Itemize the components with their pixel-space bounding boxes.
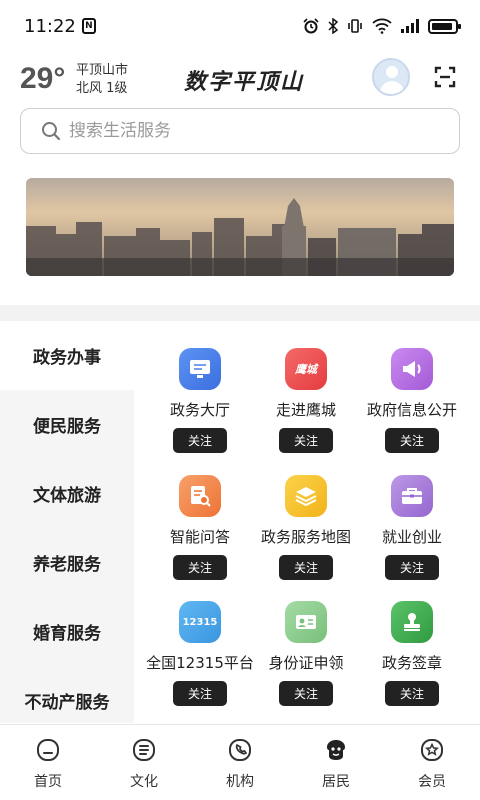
bottom-navigation: 首页 文化 机构 居民 会员 — [0, 724, 480, 800]
follow-button[interactable]: 关注 — [173, 428, 227, 453]
nav-home[interactable]: 首页 — [0, 725, 96, 800]
nav-member[interactable]: 会员 — [384, 725, 480, 800]
hotline-12315-icon: 12315 — [179, 601, 221, 643]
nav-residents[interactable]: 居民 — [288, 725, 384, 800]
temperature: 29° — [20, 62, 66, 95]
category-label: 婚育服务 — [33, 624, 101, 644]
service-label: 就业创业 — [381, 528, 442, 546]
scan-icon[interactable] — [434, 66, 456, 88]
battery-icon — [428, 18, 461, 34]
follow-button[interactable]: 关注 — [385, 681, 439, 706]
service-label: 智能问答 — [169, 528, 230, 546]
service-item[interactable]: 鹰城 走进鹰城 关注 — [246, 348, 366, 453]
signal-icon — [401, 19, 419, 33]
service-icon-text: 12315 — [182, 616, 218, 628]
service-label: 政务大厅 — [169, 401, 230, 419]
service-item[interactable]: 12315 全国12315平台 关注 — [140, 601, 260, 706]
nav-label: 会员 — [418, 774, 446, 790]
service-item[interactable]: 政务大厅 关注 — [140, 348, 260, 453]
service-item[interactable]: 政务签章 关注 — [352, 601, 472, 706]
user-avatar-icon[interactable] — [372, 58, 410, 96]
nav-label: 文化 — [130, 774, 158, 790]
follow-button[interactable]: 关注 — [279, 555, 333, 580]
city-banner-image[interactable] — [26, 178, 454, 276]
stamp-icon — [391, 601, 433, 643]
service-item[interactable]: 就业创业 关注 — [352, 475, 472, 580]
status-left: 11:22 N — [24, 16, 96, 37]
service-grid: 政务大厅 关注 鹰城 走进鹰城 关注 政府信息公开 关注 智能问答 关注 政务服… — [134, 321, 480, 723]
service-label: 政务签章 — [381, 654, 442, 672]
service-item[interactable]: 身份证申领 关注 — [246, 601, 366, 706]
service-item[interactable]: 政府信息公开 关注 — [352, 348, 472, 453]
search-bar[interactable] — [20, 108, 460, 154]
home-icon — [37, 739, 59, 761]
nav-institutions[interactable]: 机构 — [192, 725, 288, 800]
search-input[interactable] — [69, 121, 429, 141]
follow-button[interactable]: 关注 — [385, 428, 439, 453]
service-item[interactable]: 政务服务地图 关注 — [246, 475, 366, 580]
category-label: 便民服务 — [33, 417, 101, 437]
member-star-icon — [421, 739, 443, 761]
weather-info: 平顶山市 北风 1级 — [76, 62, 128, 98]
service-label: 全国12315平台 — [146, 654, 254, 672]
resident-icon — [327, 740, 345, 760]
nav-label: 机构 — [226, 774, 254, 790]
city-name: 平顶山市 — [76, 63, 129, 78]
bluetooth-icon — [328, 18, 338, 34]
alarm-icon — [303, 18, 319, 34]
city-skyline-illustration — [26, 178, 454, 276]
status-bar: 11:22 N — [0, 0, 480, 52]
follow-button[interactable]: 关注 — [173, 555, 227, 580]
follow-button[interactable]: 关注 — [279, 428, 333, 453]
service-icon-text: 鹰城 — [295, 363, 317, 376]
monitor-icon — [179, 348, 221, 390]
status-right — [303, 18, 461, 34]
category-item-marriage-birth[interactable]: 婚育服务 — [0, 597, 134, 666]
service-item[interactable]: 智能问答 关注 — [140, 475, 260, 580]
nav-culture[interactable]: 文化 — [96, 725, 192, 800]
culture-icon — [133, 739, 155, 761]
service-label: 身份证申领 — [268, 654, 344, 672]
category-item-government-affairs[interactable]: 政务办事 — [0, 321, 134, 390]
category-item-convenience[interactable]: 便民服务 — [0, 390, 134, 459]
nfc-icon: N — [81, 18, 96, 34]
id-card-icon — [285, 601, 327, 643]
section-divider — [0, 305, 480, 321]
yingcheng-logo-icon: 鹰城 — [285, 348, 327, 390]
category-item-elderly-care[interactable]: 养老服务 — [0, 528, 134, 597]
follow-button[interactable]: 关注 — [173, 681, 227, 706]
follow-button[interactable]: 关注 — [279, 681, 333, 706]
nav-label: 居民 — [322, 774, 350, 790]
wind-info: 北风 1级 — [76, 81, 128, 96]
category-item-culture-tourism[interactable]: 文体旅游 — [0, 459, 134, 528]
service-label: 政府信息公开 — [366, 401, 457, 419]
briefcase-icon — [391, 475, 433, 517]
category-label: 不动产服务 — [24, 693, 110, 713]
vibrate-icon — [348, 19, 362, 33]
wifi-icon — [372, 18, 392, 34]
app-title: 数字平顶山 — [184, 69, 305, 95]
category-label: 文体旅游 — [33, 486, 101, 506]
category-label: 政务办事 — [33, 348, 101, 368]
nav-label: 首页 — [34, 774, 62, 790]
service-label: 政务服务地图 — [260, 528, 351, 546]
megaphone-icon — [391, 348, 433, 390]
document-search-icon — [179, 475, 221, 517]
category-menu: 政务办事 便民服务 文体旅游 养老服务 婚育服务 不动产服务 — [0, 321, 134, 723]
follow-button[interactable]: 关注 — [385, 555, 439, 580]
status-time: 11:22 — [24, 15, 76, 37]
app-header: 29° 平顶山市 北风 1级 数字平顶山 — [0, 52, 480, 106]
phone-icon — [229, 739, 251, 761]
search-icon — [42, 122, 61, 141]
category-label: 养老服务 — [33, 555, 101, 575]
service-label: 走进鹰城 — [275, 401, 336, 419]
layers-icon — [285, 475, 327, 517]
